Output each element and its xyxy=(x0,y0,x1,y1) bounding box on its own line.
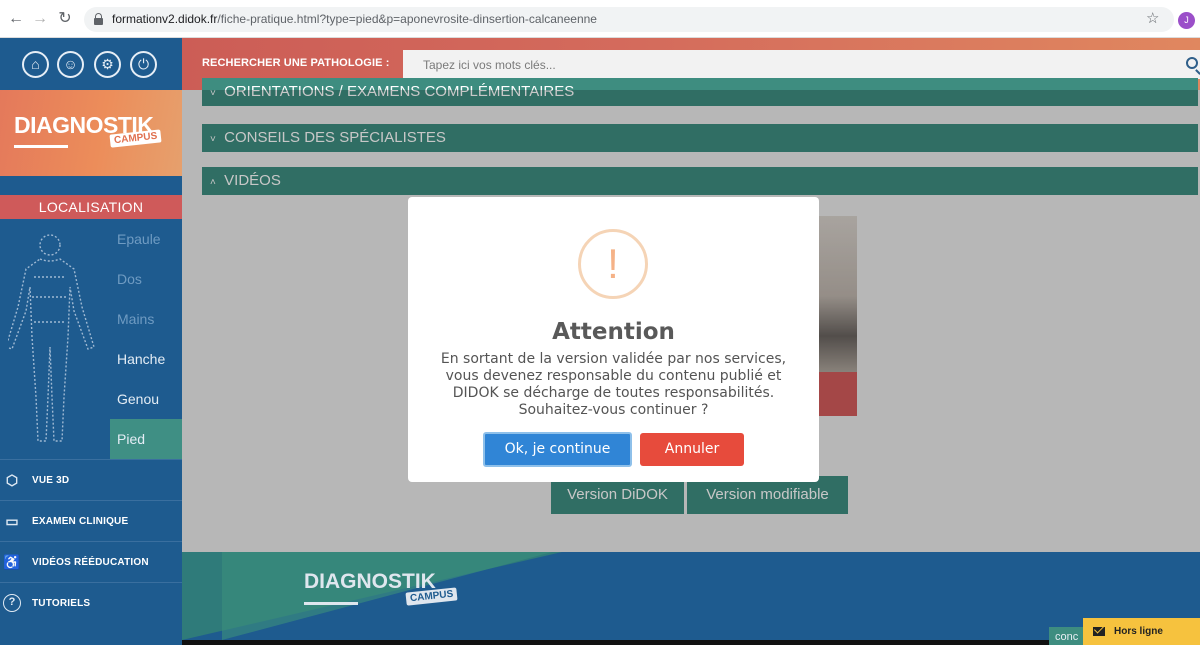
body-item-epaule[interactable]: Epaule xyxy=(110,219,182,259)
body-item-dos[interactable]: Dos xyxy=(110,259,182,299)
footer-decoration xyxy=(222,552,552,640)
exercise-icon: ♿ xyxy=(3,554,21,570)
search-input[interactable] xyxy=(403,50,1183,79)
help-icon: ? xyxy=(3,594,21,612)
footer: DIAGNOSTIK CAMPUS xyxy=(182,552,1200,640)
menu-item-label: EXAMEN CLINIQUE xyxy=(32,516,129,527)
menu-item-label: TUTORIELS xyxy=(32,598,91,609)
profile-avatar[interactable]: J xyxy=(1178,12,1195,29)
home-icon[interactable]: ⌂ xyxy=(22,51,49,78)
address-bar[interactable]: formationv2.didok.fr/fiche-pratique.html… xyxy=(84,7,1174,32)
sidebar: ⌂ ☺ ⚙ ⏻ DIAGNOSTIK CAMPUS LOCALISATION E… xyxy=(0,38,182,645)
dialog-title: Attention xyxy=(552,319,675,345)
offline-status-badge[interactable]: Hors ligne xyxy=(1083,618,1200,645)
body-item-hanche[interactable]: Hanche xyxy=(110,339,182,379)
url-text: formationv2.didok.fr/fiche-pratique.html… xyxy=(112,12,597,26)
reload-icon[interactable]: ↻ xyxy=(55,9,75,29)
body-item-mains[interactable]: Mains xyxy=(110,299,182,339)
sidebar-menu: ⬡ VUE 3D ▭ EXAMEN CLINIQUE ♿ VIDÉOS RÉÉD… xyxy=(0,459,182,623)
lock-icon xyxy=(94,13,103,25)
gear-icon[interactable]: ⚙ xyxy=(94,51,121,78)
body-item-pied[interactable]: Pied xyxy=(110,419,182,459)
back-arrow-icon[interactable]: ← xyxy=(6,9,26,29)
url-path: /fiche-pratique.html?type=pied&p=aponevr… xyxy=(217,12,597,26)
cube-icon: ⬡ xyxy=(5,472,19,488)
menu-item-tutoriels[interactable]: ? TUTORIELS xyxy=(0,582,182,623)
url-domain: formationv2.didok.fr xyxy=(112,12,218,26)
dialog-message: En sortant de la version validée par nos… xyxy=(440,351,787,418)
menu-item-examen-clinique[interactable]: ▭ EXAMEN CLINIQUE xyxy=(0,500,182,541)
footer-logo-underline xyxy=(304,602,358,605)
body-item-genou[interactable]: Genou xyxy=(110,379,182,419)
logo-underline xyxy=(14,145,68,148)
search-icon[interactable] xyxy=(1186,57,1198,69)
menu-item-label: VUE 3D xyxy=(32,475,70,486)
search-label: RECHERCHER UNE PATHOLOGIE : xyxy=(202,57,390,69)
forward-arrow-icon[interactable]: → xyxy=(30,9,50,29)
menu-item-videos-reeducation[interactable]: ♿ VIDÉOS RÉÉDUCATION xyxy=(0,541,182,582)
sidebar-top-icons: ⌂ ☺ ⚙ ⏻ xyxy=(0,38,182,90)
attention-dialog: ! Attention En sortant de la version val… xyxy=(408,197,819,482)
footer-logo-text: DIAGNOSTIK xyxy=(304,570,436,593)
clipboard-icon: ▭ xyxy=(5,513,19,529)
cancel-button[interactable]: Annuler xyxy=(640,433,744,466)
bottom-strip xyxy=(182,640,1200,645)
browser-toolbar: ← → ↻ formationv2.didok.fr/fiche-pratiqu… xyxy=(0,0,1200,38)
bookmark-star-icon[interactable]: ☆ xyxy=(1146,10,1159,28)
ok-continue-button[interactable]: Ok, je continue xyxy=(483,432,632,467)
menu-item-vue-3d[interactable]: ⬡ VUE 3D xyxy=(0,459,182,500)
body-figure-icon xyxy=(8,234,95,442)
search-box xyxy=(403,50,1200,79)
exclamation-glyph: ! xyxy=(607,240,619,287)
offline-label: Hors ligne xyxy=(1114,626,1163,637)
logo-panel[interactable]: DIAGNOSTIK CAMPUS xyxy=(0,90,182,176)
body-localisation-panel: Epaule Dos Mains Hanche Genou Pied xyxy=(0,219,182,459)
menu-item-label: VIDÉOS RÉÉDUCATION xyxy=(32,557,149,568)
localisation-heading: LOCALISATION xyxy=(0,195,182,219)
head-icon[interactable]: ☺ xyxy=(57,51,84,78)
power-icon[interactable]: ⏻ xyxy=(130,51,157,78)
envelope-icon xyxy=(1093,627,1105,636)
warning-icon: ! xyxy=(578,229,648,299)
